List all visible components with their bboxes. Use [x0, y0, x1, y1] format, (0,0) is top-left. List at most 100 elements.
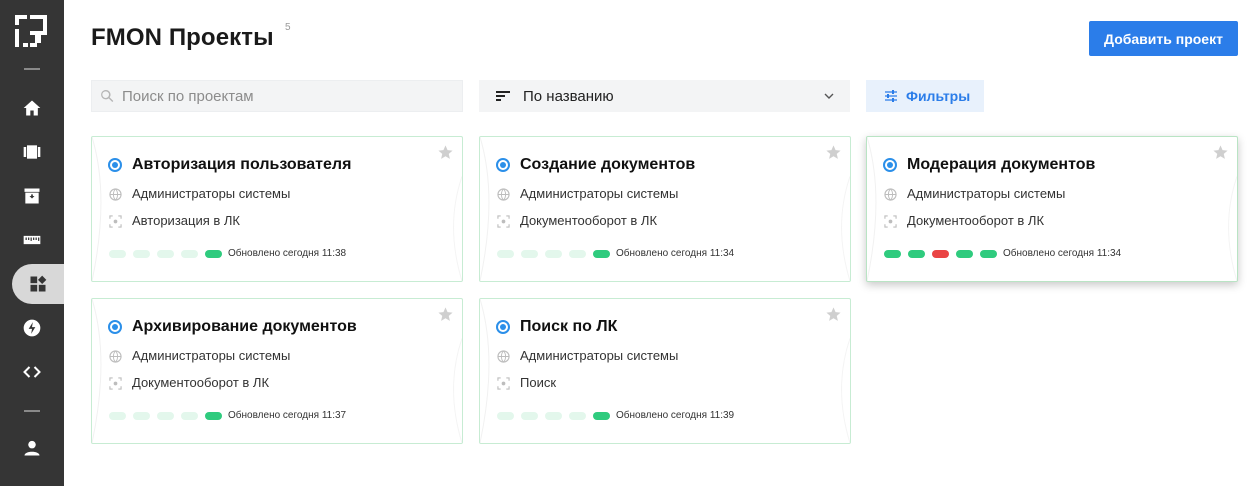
status-pill-empty[interactable] — [545, 412, 562, 420]
scenario-icon — [497, 377, 510, 390]
flash-icon — [23, 319, 41, 337]
status-pill-empty[interactable] — [157, 412, 174, 420]
sidebar-item-archive[interactable] — [12, 176, 52, 216]
sidebar-item-profile[interactable] — [12, 428, 52, 468]
project-card[interactable]: Архивирование документов Администраторы с… — [91, 298, 463, 444]
ruler-icon — [23, 235, 41, 245]
favorite-star-icon[interactable] — [825, 306, 842, 323]
status-pill-empty[interactable] — [497, 412, 514, 420]
scenario-icon — [884, 215, 897, 228]
home-icon — [23, 100, 41, 116]
project-name: Поиск по ЛК — [520, 318, 618, 335]
project-name: Архивирование документов — [132, 318, 357, 335]
project-group: Администраторы системы — [520, 186, 679, 201]
status-pill-empty[interactable] — [521, 412, 538, 420]
search-input[interactable] — [122, 87, 442, 105]
project-scenario: Документооборот в ЛК — [520, 213, 658, 228]
project-count-badge: 5 — [285, 22, 291, 33]
favorite-star-icon[interactable] — [437, 144, 454, 161]
project-group: Администраторы системы — [907, 186, 1066, 201]
status-radio-icon — [883, 158, 897, 172]
chevron-down-icon — [824, 93, 834, 99]
scenario-icon — [109, 377, 122, 390]
status-history — [884, 250, 1004, 258]
project-name: Создание документов — [520, 156, 696, 173]
status-history — [109, 250, 229, 258]
project-group: Администраторы системы — [520, 348, 679, 363]
sort-icon — [496, 91, 510, 101]
status-pill-ok[interactable] — [956, 250, 973, 258]
sidebar — [0, 0, 64, 486]
sidebar-item-dashboards[interactable] — [12, 132, 52, 172]
dashboards-icon — [23, 145, 41, 159]
user-icon — [24, 440, 40, 456]
updated-timestamp: Обновлено сегодня 11:34 — [616, 248, 735, 259]
status-pill-empty[interactable] — [109, 412, 126, 420]
project-scenario: Документооборот в ЛК — [907, 213, 1045, 228]
status-pill-empty[interactable] — [497, 250, 514, 258]
globe-icon — [884, 188, 897, 201]
status-pill-empty[interactable] — [181, 250, 198, 258]
sidebar-separator — [24, 410, 40, 412]
project-group: Администраторы системы — [132, 348, 291, 363]
project-card[interactable]: Модерация документов Администраторы систе… — [866, 136, 1238, 282]
filters-label: Фильтры — [906, 88, 971, 104]
project-card[interactable]: Создание документов Администраторы систем… — [479, 136, 851, 282]
status-pill-empty[interactable] — [133, 412, 150, 420]
status-pill-empty[interactable] — [181, 412, 198, 420]
status-pill-empty[interactable] — [521, 250, 538, 258]
status-pill-ok[interactable] — [205, 412, 222, 420]
status-pill-error[interactable] — [932, 250, 949, 258]
favorite-star-icon[interactable] — [437, 306, 454, 323]
search-icon — [101, 89, 114, 102]
scenario-icon — [109, 215, 122, 228]
status-pill-empty[interactable] — [569, 412, 586, 420]
updated-timestamp: Обновлено сегодня 11:38 — [228, 248, 347, 259]
globe-icon — [497, 188, 510, 201]
updated-timestamp: Обновлено сегодня 11:39 — [616, 410, 735, 421]
project-name: Модерация документов — [907, 156, 1096, 173]
project-card[interactable]: Поиск по ЛК Администраторы системы Поиск Об… — [479, 298, 851, 444]
project-scenario: Поиск — [520, 375, 557, 390]
filters-button[interactable]: Фильтры — [866, 80, 984, 112]
status-radio-icon — [496, 320, 510, 334]
status-pill-empty[interactable] — [157, 250, 174, 258]
page-title: FMON Проекты — [91, 24, 274, 51]
status-pill-ok[interactable] — [908, 250, 925, 258]
scenario-icon — [497, 215, 510, 228]
sidebar-item-ruler[interactable] — [12, 220, 52, 260]
filters-icon — [885, 90, 897, 102]
add-project-button[interactable]: Добавить проект — [1089, 21, 1238, 56]
status-pill-ok[interactable] — [205, 250, 222, 258]
updated-timestamp: Обновлено сегодня 11:34 — [1003, 248, 1122, 259]
globe-icon — [109, 350, 122, 363]
status-pill-empty[interactable] — [545, 250, 562, 258]
sidebar-separator — [24, 68, 40, 70]
status-pill-ok[interactable] — [884, 250, 901, 258]
status-radio-icon — [108, 158, 122, 172]
project-scenario: Авторизация в ЛК — [132, 213, 240, 228]
project-group: Администраторы системы — [132, 186, 291, 201]
status-pill-ok[interactable] — [593, 250, 610, 258]
status-pill-empty[interactable] — [569, 250, 586, 258]
sidebar-item-projects[interactable] — [12, 264, 64, 304]
project-card[interactable]: Авторизация пользователя Администраторы с… — [91, 136, 463, 282]
status-history — [497, 412, 617, 420]
status-pill-empty[interactable] — [133, 250, 150, 258]
favorite-star-icon[interactable] — [825, 144, 842, 161]
favorite-star-icon[interactable] — [1212, 144, 1229, 161]
sidebar-item-flash[interactable] — [12, 308, 52, 348]
project-scenario: Документооборот в ЛК — [132, 375, 270, 390]
status-pill-empty[interactable] — [109, 250, 126, 258]
project-name: Авторизация пользователя — [132, 156, 352, 173]
sidebar-item-home[interactable] — [12, 88, 52, 128]
app-logo[interactable] — [14, 14, 48, 48]
sort-select[interactable]: По названию — [479, 80, 850, 112]
updated-timestamp: Обновлено сегодня 11:37 — [228, 410, 347, 421]
status-pill-ok[interactable] — [593, 412, 610, 420]
sort-selected-value: По названию — [523, 87, 614, 105]
globe-icon — [109, 188, 122, 201]
status-radio-icon — [496, 158, 510, 172]
sidebar-item-code[interactable] — [12, 352, 52, 392]
status-pill-ok[interactable] — [980, 250, 997, 258]
